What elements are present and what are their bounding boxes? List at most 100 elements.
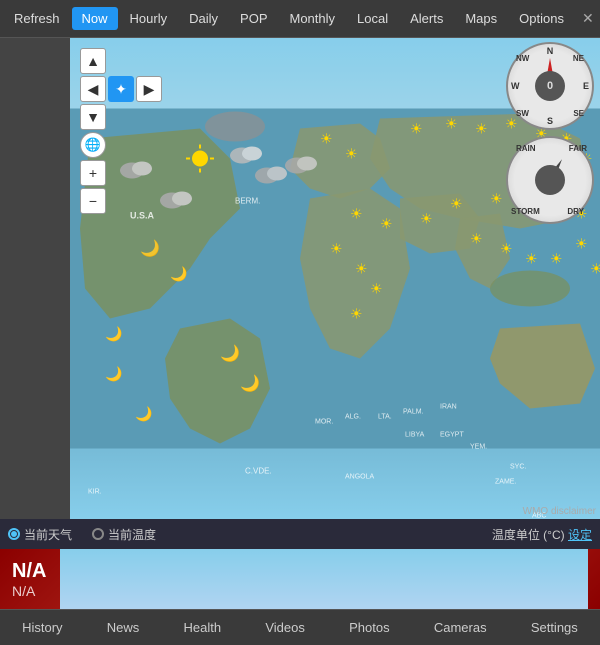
dial-rain-label: RAIN — [516, 144, 536, 153]
current-temp-radio[interactable] — [92, 528, 104, 540]
compass-widget[interactable]: N S W E NW NE SW SE 0 — [506, 42, 594, 130]
left-panel — [0, 38, 70, 519]
toolbar: Refresh Now Hourly Daily POP Monthly Loc… — [0, 0, 600, 38]
current-temp-option[interactable]: 当前温度 — [92, 526, 156, 543]
compass-north: N — [547, 46, 554, 56]
svg-text:BERM.: BERM. — [235, 197, 260, 206]
alerts-button[interactable]: Alerts — [400, 7, 453, 30]
nav-videos[interactable]: Videos — [255, 614, 315, 641]
svg-text:☀: ☀ — [475, 121, 488, 137]
svg-text:ZAME.: ZAME. — [495, 479, 516, 486]
svg-text:IRAN: IRAN — [440, 404, 457, 411]
svg-text:☀: ☀ — [575, 236, 588, 252]
current-weather-label: 当前天气 — [24, 526, 72, 543]
svg-text:MOR.: MOR. — [315, 419, 333, 426]
weather-options-bar: 当前天气 当前温度 温度单位 (°C) 设定 — [0, 519, 600, 549]
svg-text:☀: ☀ — [380, 216, 393, 232]
weather-dial[interactable]: RAIN FAIR STORM DRY — [506, 136, 594, 224]
svg-text:ANGOLA: ANGOLA — [345, 474, 375, 481]
svg-text:☀: ☀ — [330, 241, 343, 257]
radio-dot — [11, 531, 17, 537]
svg-text:☀: ☀ — [420, 211, 433, 227]
map-controls: ▲ ◀ ✦ ▶ ▼ 🌐 + − — [80, 48, 162, 214]
zoom-in-button[interactable]: + — [80, 160, 106, 186]
dial-dry-label: DRY — [567, 207, 584, 216]
svg-text:C.VDE.: C.VDE. — [245, 467, 272, 476]
temp-unit-link[interactable]: 设定 — [568, 528, 592, 542]
current-temp-label: 当前温度 — [108, 526, 156, 543]
hourly-button[interactable]: Hourly — [120, 7, 178, 30]
monthly-button[interactable]: Monthly — [280, 7, 346, 30]
svg-text:EGYPT: EGYPT — [440, 432, 464, 439]
compass-nw: NW — [516, 54, 529, 63]
temp-unit: 温度单位 (°C) 设定 — [492, 526, 592, 543]
current-weather-option[interactable]: 当前天气 — [8, 526, 72, 543]
dial-storm-label: STORM — [511, 207, 540, 216]
globe-button[interactable]: 🌐 — [80, 132, 106, 158]
local-button[interactable]: Local — [347, 7, 398, 30]
pan-down-button[interactable]: ▼ — [80, 104, 106, 130]
svg-text:☀: ☀ — [350, 306, 363, 322]
nav-cameras[interactable]: Cameras — [424, 614, 497, 641]
widget-area: N S W E NW NE SW SE 0 RAIN FAIR STORM DR… — [506, 42, 596, 224]
daily-button[interactable]: Daily — [179, 7, 228, 30]
svg-text:☀: ☀ — [410, 121, 423, 137]
svg-text:🌙: 🌙 — [105, 366, 122, 383]
compass-south: S — [547, 116, 553, 126]
bottom-nav: History News Health Videos Photos Camera… — [0, 609, 600, 645]
svg-text:LTA.: LTA. — [378, 414, 392, 421]
svg-text:☀: ☀ — [470, 231, 483, 247]
compass-west: W — [511, 81, 520, 91]
svg-text:☀: ☀ — [370, 281, 383, 297]
svg-text:☀: ☀ — [350, 206, 363, 222]
maps-button[interactable]: Maps — [455, 7, 507, 30]
svg-text:YEM.: YEM. — [470, 444, 487, 451]
zoom-out-button[interactable]: − — [80, 188, 106, 214]
dial-center — [535, 165, 565, 195]
svg-text:☀: ☀ — [500, 241, 513, 257]
dial-fair-label: FAIR — [569, 144, 587, 153]
sky-bar — [60, 549, 588, 609]
svg-text:PALM.: PALM. — [403, 409, 424, 416]
compass-ne: NE — [573, 54, 584, 63]
nav-photos[interactable]: Photos — [339, 614, 399, 641]
compass-button[interactable]: ✦ — [108, 76, 134, 102]
pan-right-button[interactable]: ▶ — [136, 76, 162, 102]
svg-text:☀: ☀ — [450, 196, 463, 212]
nav-history[interactable]: History — [12, 614, 72, 641]
compass-east: E — [583, 81, 589, 91]
compass-sw: SW — [516, 109, 529, 118]
svg-text:🌙: 🌙 — [105, 326, 122, 343]
current-weather-radio[interactable] — [8, 528, 20, 540]
svg-text:☀: ☀ — [445, 116, 458, 132]
svg-text:☀: ☀ — [490, 191, 503, 207]
pan-left-button[interactable]: ◀ — [80, 76, 106, 102]
svg-text:☀: ☀ — [590, 261, 600, 277]
pan-up-button[interactable]: ▲ — [80, 48, 106, 74]
nav-health[interactable]: Health — [174, 614, 232, 641]
compass-center: 0 — [535, 71, 565, 101]
svg-text:☀: ☀ — [525, 251, 538, 267]
now-button[interactable]: Now — [72, 7, 118, 30]
nav-news[interactable]: News — [97, 614, 150, 641]
svg-text:KIR.: KIR. — [88, 489, 102, 496]
svg-text:☀: ☀ — [320, 131, 333, 147]
refresh-button[interactable]: Refresh — [4, 7, 70, 30]
svg-text:🌙: 🌙 — [170, 266, 187, 283]
na-block: N/A N/A — [12, 560, 46, 599]
pop-button[interactable]: POP — [230, 7, 277, 30]
wmo-disclaimer: WMO disclaimer — [523, 506, 596, 517]
main-area: 🌙 🌙 🌙 🌙 🌙 ☀ ☀ ☀ ☀ ☀ ☀ ☀ ☀ ☀ ☀ ☀ ☀ — [0, 38, 600, 519]
na-sub: N/A — [12, 583, 35, 599]
options-button[interactable]: Options — [509, 7, 574, 30]
nav-settings[interactable]: Settings — [521, 614, 588, 641]
close-button[interactable]: ✕ — [576, 8, 600, 29]
svg-text:☀: ☀ — [550, 251, 563, 267]
na-panel: N/A N/A — [0, 549, 600, 609]
svg-text:🌙: 🌙 — [140, 239, 160, 258]
svg-text:☀: ☀ — [355, 261, 368, 277]
svg-text:🌙: 🌙 — [240, 374, 260, 393]
temp-unit-label: 温度单位 (°C) — [492, 528, 565, 542]
svg-text:ALG.: ALG. — [345, 414, 361, 421]
svg-text:LIBYA: LIBYA — [405, 432, 425, 439]
